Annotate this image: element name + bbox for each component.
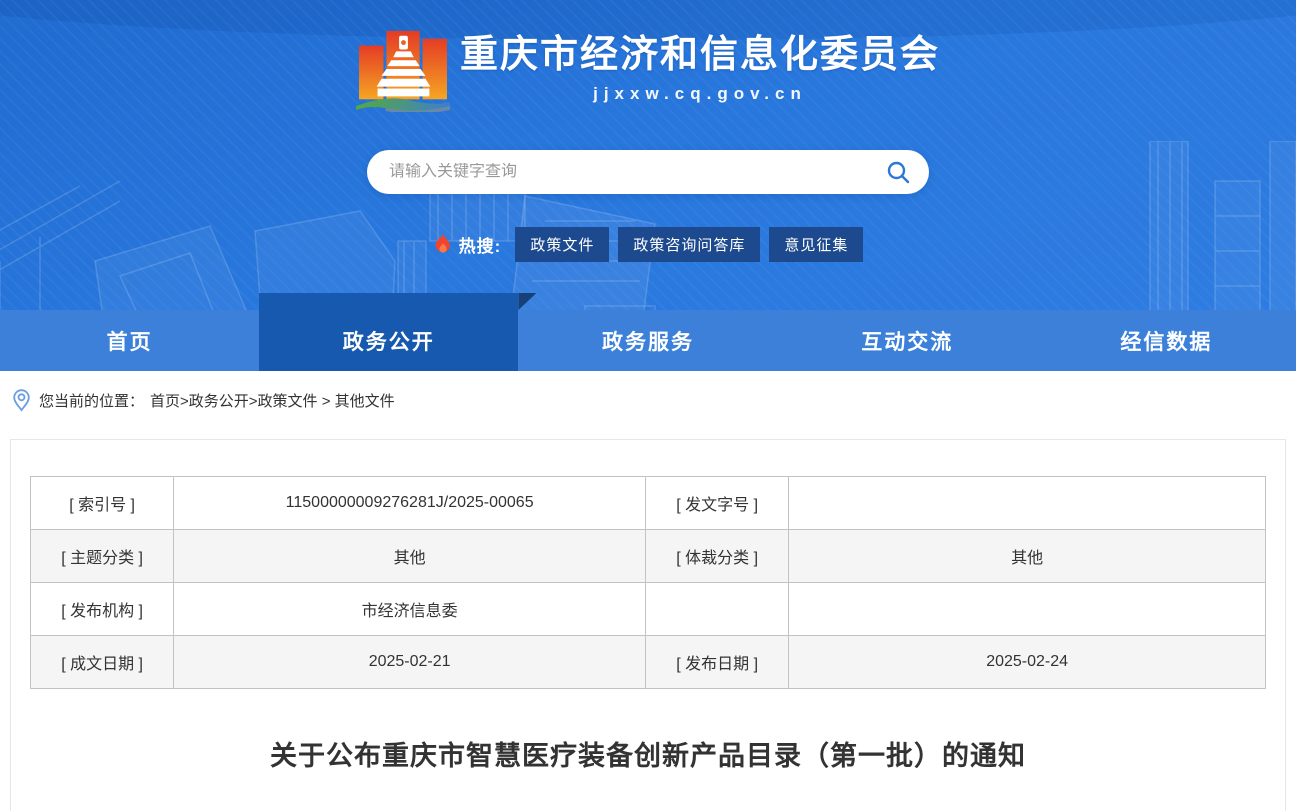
meta-value-index-no: 11500000009276281J/2025-00065 <box>174 477 646 530</box>
site-logo-icon <box>356 26 450 112</box>
nav-tab-econ-data[interactable]: 经信数据 <box>1037 310 1296 371</box>
breadcrumb-prefix: 您当前的位置： <box>39 390 144 411</box>
table-row: [ 主题分类 ] 其他 [ 体裁分类 ] 其他 <box>31 530 1266 583</box>
meta-label-genre-category: [ 体裁分类 ] <box>646 530 789 583</box>
nav-tab-gov-disclosure[interactable]: 政务公开 <box>259 310 518 371</box>
document-title: 关于公布重庆市智慧医疗装备创新产品目录（第一批）的通知 <box>30 734 1266 773</box>
nav-tab-home[interactable]: 首页 <box>0 310 259 371</box>
breadcrumb-path[interactable]: 首页>政务公开>政策文件 > 其他文件 <box>150 390 395 411</box>
main-nav: 首页 政务公开 政务服务 互动交流 经信数据 <box>0 310 1296 371</box>
meta-value-genre-category: 其他 <box>789 530 1266 583</box>
meta-label-subject-category: [ 主题分类 ] <box>31 530 174 583</box>
meta-label-issuing-agency: [ 发布机构 ] <box>31 583 174 636</box>
nav-tab-interaction[interactable]: 互动交流 <box>778 310 1037 371</box>
search-button[interactable] <box>883 157 913 187</box>
document-meta-table: [ 索引号 ] 11500000009276281J/2025-00065 [ … <box>30 476 1266 689</box>
breadcrumb: 您当前的位置： 首页>政务公开>政策文件 > 其他文件 <box>0 371 1296 428</box>
search-bar[interactable] <box>367 150 929 194</box>
table-row: [ 成文日期 ] 2025-02-21 [ 发布日期 ] 2025-02-24 <box>31 636 1266 689</box>
nav-tab-gov-services[interactable]: 政务服务 <box>518 310 777 371</box>
hot-search-item-policy-docs[interactable]: 政策文件 <box>515 227 609 262</box>
meta-label-written-date: [ 成文日期 ] <box>31 636 174 689</box>
hot-search-item-policy-qa[interactable]: 政策咨询问答库 <box>618 227 760 262</box>
meta-label-doc-no: [ 发文字号 ] <box>646 477 789 530</box>
site-url: jjxxw.cq.gov.cn <box>593 84 807 104</box>
site-title: 重庆市经济和信息化委员会 <box>460 32 940 80</box>
document-card: [ 索引号 ] 11500000009276281J/2025-00065 [ … <box>10 439 1286 811</box>
location-pin-icon <box>12 389 31 412</box>
hot-search-row: 热搜: 政策文件 政策咨询问答库 意见征集 <box>0 227 1296 262</box>
hot-search-label: 热搜: <box>459 232 502 257</box>
meta-value-empty <box>789 583 1266 636</box>
meta-label-index-no: [ 索引号 ] <box>31 477 174 530</box>
meta-label-empty <box>646 583 789 636</box>
meta-value-issuing-agency: 市经济信息委 <box>174 583 646 636</box>
meta-value-subject-category: 其他 <box>174 530 646 583</box>
search-input[interactable] <box>389 163 883 181</box>
site-brand[interactable]: 重庆市经济和信息化委员会 jjxxw.cq.gov.cn <box>0 0 1296 112</box>
meta-value-doc-no <box>789 477 1266 530</box>
search-icon <box>885 159 911 185</box>
meta-value-written-date: 2025-02-21 <box>174 636 646 689</box>
meta-value-publish-date: 2025-02-24 <box>789 636 1266 689</box>
meta-label-publish-date: [ 发布日期 ] <box>646 636 789 689</box>
flame-icon <box>433 233 453 257</box>
table-row: [ 索引号 ] 11500000009276281J/2025-00065 [ … <box>31 477 1266 530</box>
header-banner: 重庆市经济和信息化委员会 jjxxw.cq.gov.cn 热搜: 政策文件 政策… <box>0 0 1296 371</box>
hot-search-item-opinion[interactable]: 意见征集 <box>769 227 863 262</box>
table-row: [ 发布机构 ] 市经济信息委 <box>31 583 1266 636</box>
